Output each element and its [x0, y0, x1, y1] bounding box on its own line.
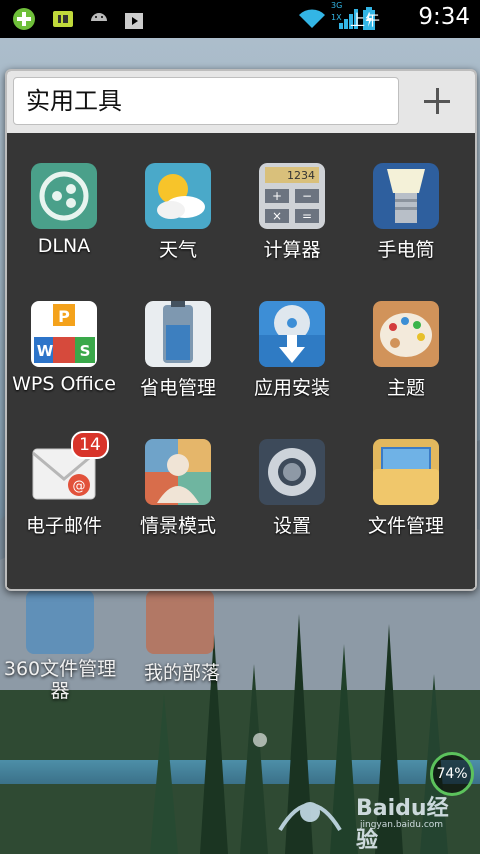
notification-app-icon — [53, 11, 73, 27]
settings-gear-icon — [259, 439, 325, 505]
page-indicator-dot — [253, 733, 267, 747]
folder-app-grid: DLNA 天气 1234 + − × = 计算器 手电筒 P W S WPS O… — [7, 133, 475, 587]
svg-text:+: + — [272, 189, 282, 203]
app-wps-office[interactable]: P W S WPS Office — [7, 271, 121, 401]
svg-text:W: W — [37, 342, 54, 360]
my-tribe-game-icon — [146, 590, 214, 654]
folder-name-field[interactable]: 实用工具 — [13, 77, 399, 125]
pine-tree — [240, 664, 268, 854]
wps-office-icon: P W S — [31, 301, 97, 367]
clock-time: 9:34 — [418, 4, 470, 30]
dlna-icon — [31, 163, 97, 229]
weather-icon — [145, 163, 211, 229]
desktop-shortcut-360-file-manager[interactable]: 360文件管理器 — [0, 590, 120, 702]
app-installer-icon — [259, 301, 325, 367]
svg-text:1234: 1234 — [287, 169, 315, 182]
pine-tree — [150, 694, 178, 854]
folder-header: 实用工具 — [7, 71, 475, 133]
app-file-manager[interactable]: 文件管理 — [349, 409, 463, 539]
desktop-shortcut-my-tribe[interactable]: 我的部落 — [132, 590, 232, 685]
app-email[interactable]: @ 14 电子邮件 — [7, 409, 121, 539]
baidu-watermark: Baidu经验 jingyan.baidu.com — [270, 780, 470, 853]
add-app-button[interactable] — [405, 77, 469, 125]
app-battery-manager[interactable]: 省电管理 — [121, 271, 235, 401]
folder-popup: 实用工具 DLNA 天气 1234 + − × = 计算器 手电筒 P W S … — [5, 69, 477, 591]
baidu-paw-icon — [278, 802, 342, 832]
calculator-icon: 1234 + − × = — [259, 163, 325, 229]
store-bag-icon — [125, 13, 143, 29]
app-settings[interactable]: 设置 — [235, 409, 349, 539]
app-installer[interactable]: 应用安装 — [235, 271, 349, 401]
app-theme[interactable]: 主题 — [349, 271, 463, 401]
notification-plus-icon — [13, 8, 35, 30]
svg-text:=: = — [302, 209, 312, 223]
svg-text:−: − — [302, 189, 312, 203]
svg-text:P: P — [58, 307, 70, 326]
svg-text:×: × — [272, 209, 282, 223]
android-icon — [91, 13, 107, 21]
unread-badge: 14 — [71, 431, 109, 459]
am-pm-label: 上午 — [349, 11, 380, 29]
svg-text:@: @ — [73, 479, 86, 494]
theme-palette-icon — [373, 301, 439, 367]
profile-icon — [145, 439, 211, 505]
file-folder-icon — [373, 439, 439, 505]
battery-manager-icon — [145, 301, 211, 367]
app-dlna[interactable]: DLNA — [7, 133, 121, 263]
file-manager-360-icon — [26, 590, 94, 654]
app-profiles[interactable]: 情景模式 — [121, 409, 235, 539]
status-bar: 3G 1X 上午 9:34 — [0, 0, 480, 38]
svg-text:S: S — [80, 342, 91, 360]
app-calculator[interactable]: 1234 + − × = 计算器 — [235, 133, 349, 263]
app-weather[interactable]: 天气 — [121, 133, 235, 263]
app-flashlight[interactable]: 手电筒 — [349, 133, 463, 263]
wifi-icon — [299, 9, 325, 28]
flashlight-icon — [373, 163, 439, 229]
